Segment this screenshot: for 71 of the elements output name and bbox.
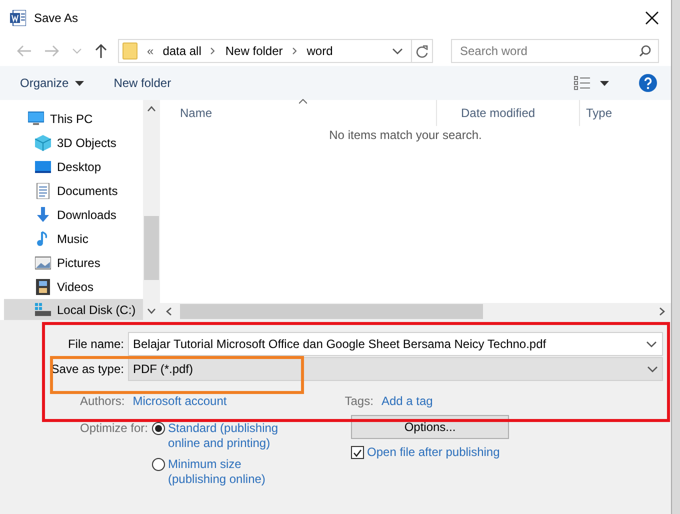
chevron-icon (292, 47, 298, 55)
field-label: Tags: (344, 394, 374, 408)
scroll-thumb[interactable] (180, 304, 483, 319)
vertical-scrollbar[interactable] (143, 100, 160, 320)
window-title: Save As (34, 11, 78, 25)
scroll-left-icon (166, 307, 172, 316)
new-folder-button[interactable]: New folder (114, 76, 172, 90)
word-app-icon (10, 10, 26, 26)
close-icon[interactable] (645, 11, 659, 25)
search-field[interactable]: Search word (451, 39, 659, 63)
drive-icon (35, 302, 51, 318)
radio-label[interactable]: Minimum size (publishing online) (168, 457, 266, 487)
sidebar-item[interactable]: Videos (0, 275, 143, 299)
computer-icon (28, 111, 44, 127)
organize-menu[interactable]: Organize (20, 76, 84, 90)
scroll-up-icon (147, 106, 156, 112)
empty-message: No items match your search. (328, 128, 483, 142)
sidebar-item[interactable]: Desktop (0, 155, 143, 179)
field-label: Authors: (80, 394, 125, 408)
breadcrumb[interactable]: word (306, 44, 333, 58)
sidebar-item[interactable]: This PC (0, 107, 143, 131)
refresh-icon (416, 44, 428, 58)
dropdown-caret-icon[interactable] (392, 48, 403, 54)
breadcrumb[interactable]: New folder (225, 44, 283, 58)
address-bar[interactable]: « data all New folder word (118, 39, 412, 63)
column-header[interactable]: Date modified (436, 100, 579, 126)
column-header[interactable]: Type (579, 100, 612, 126)
file-name-field[interactable]: Belajar Tutorial Microsoft Office dan Google Sheet Bersama Neicy Techno.pdf (128, 332, 663, 356)
cube-icon (35, 135, 51, 151)
radio-label[interactable]: Standard (publishing online and printing) (168, 421, 278, 451)
sidebar-item[interactable]: 3D Objects (0, 131, 143, 155)
search-icon (639, 45, 651, 57)
checkbox-label[interactable]: Open file after publishing (367, 445, 500, 460)
horizontal-scrollbar[interactable] (160, 303, 671, 320)
view-options-icon[interactable] (574, 76, 590, 90)
caret-icon[interactable] (600, 80, 609, 86)
breadcrumb[interactable]: data all (162, 44, 202, 58)
help-icon[interactable] (639, 74, 657, 92)
sidebar-item[interactable]: Documents (0, 179, 143, 203)
field-label: Save as type: (50, 362, 125, 376)
dropdown-caret-icon (647, 366, 658, 372)
field-label: Optimize for: (80, 421, 148, 437)
download-arrow-icon (35, 207, 51, 223)
scroll-down-icon (147, 308, 156, 314)
dropdown-caret-icon[interactable] (646, 341, 657, 348)
overflow-chevron[interactable]: « (147, 44, 154, 58)
document-icon (35, 183, 51, 199)
radio-button[interactable] (152, 458, 166, 471)
scroll-thumb[interactable] (144, 216, 159, 280)
column-header[interactable]: Name (160, 100, 436, 126)
radio-button[interactable] (152, 422, 166, 435)
sidebar-item[interactable]: Pictures (0, 251, 143, 275)
scroll-right-icon (659, 307, 665, 316)
add-tag-link[interactable]: Add a tag (381, 394, 433, 408)
sidebar-item[interactable]: Music (0, 227, 143, 251)
checkbox[interactable] (351, 446, 364, 459)
sidebar-item[interactable]: Downloads (0, 203, 143, 227)
picture-icon (35, 255, 51, 271)
refresh-button[interactable] (410, 39, 433, 63)
field-label: File name: (66, 337, 125, 351)
checkmark-icon (353, 448, 362, 456)
sidebar-item[interactable]: Local Disk (C:) (4, 299, 143, 320)
folder-icon (122, 42, 138, 60)
caret-icon (74, 80, 84, 86)
file-type-dropdown[interactable]: PDF (*.pdf) (128, 357, 663, 381)
film-icon (35, 279, 51, 295)
up-arrow-icon[interactable] (94, 43, 108, 59)
chevron-icon (210, 47, 216, 55)
sort-caret-icon (299, 99, 307, 104)
authors-link[interactable]: Microsoft account (132, 394, 227, 408)
desktop-icon (35, 159, 51, 175)
